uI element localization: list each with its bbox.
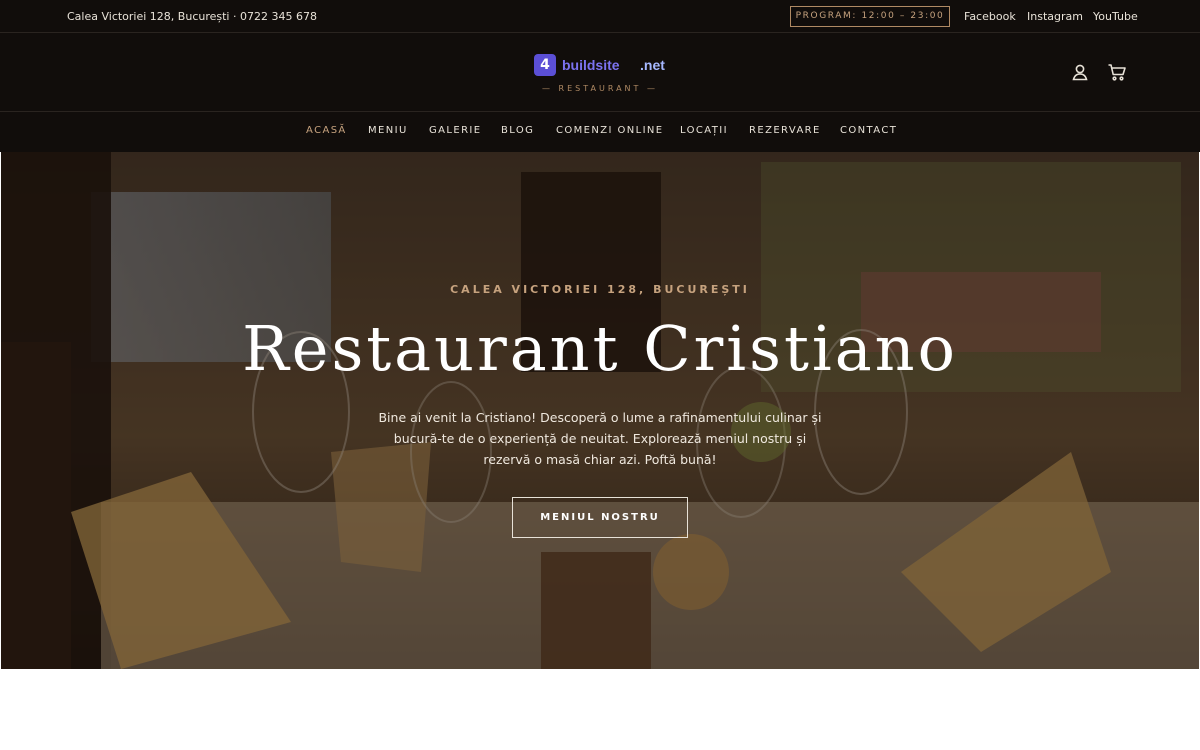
address-phone: Calea Victoriei 128, București · 0722 34… <box>67 10 317 23</box>
instagram-link[interactable]: Instagram <box>1027 10 1083 23</box>
user-icon[interactable] <box>1069 61 1091 83</box>
nav-item-locatii[interactable]: LOCAȚII <box>680 125 728 136</box>
opening-hours-badge: PROGRAM: 12:00 – 23:00 <box>790 6 950 27</box>
cart-icon[interactable] <box>1106 61 1128 83</box>
hero-title: Restaurant Cristiano <box>242 312 958 385</box>
nav-item-rezervare[interactable]: REZERVARE <box>749 125 821 136</box>
nav-item-blog[interactable]: BLOG <box>501 125 534 136</box>
youtube-link[interactable]: YouTube <box>1093 10 1138 23</box>
nav-item-comenzi-online[interactable]: COMENZI ONLINE <box>556 125 664 136</box>
logo-tld: .net <box>640 57 665 73</box>
logo-tagline: — RESTAURANT — <box>542 84 658 93</box>
hero-eyebrow: CALEA VICTORIEI 128, BUCUREȘTI <box>450 283 750 296</box>
nav-item-acasa[interactable]: ACASĂ <box>306 125 347 136</box>
nav-item-meniu[interactable]: MENIU <box>368 125 408 136</box>
menu-cta-button[interactable]: MENIUL NOSTRU <box>512 497 688 538</box>
site-logo[interactable]: 4 buildsite .net — RESTAURANT — <box>533 53 673 97</box>
logo-name: buildsite <box>562 57 620 73</box>
hero-section: CALEA VICTORIEI 128, BUCUREȘTI Restauran… <box>1 152 1199 669</box>
top-bar: Calea Victoriei 128, București · 0722 34… <box>0 0 1200 33</box>
hero-lead: Bine ai venit la Cristiano! Descoperă o … <box>378 410 822 467</box>
nav-item-galerie[interactable]: GALERIE <box>429 125 482 136</box>
facebook-link[interactable]: Facebook <box>964 10 1016 23</box>
site-header: 4 buildsite .net — RESTAURANT — <box>0 33 1200 112</box>
nav-item-contact[interactable]: CONTACT <box>840 125 897 136</box>
logo-badge: 4 <box>534 54 556 76</box>
main-navigation: ACASĂ MENIU GALERIE BLOG COMENZI ONLINE … <box>0 112 1200 152</box>
